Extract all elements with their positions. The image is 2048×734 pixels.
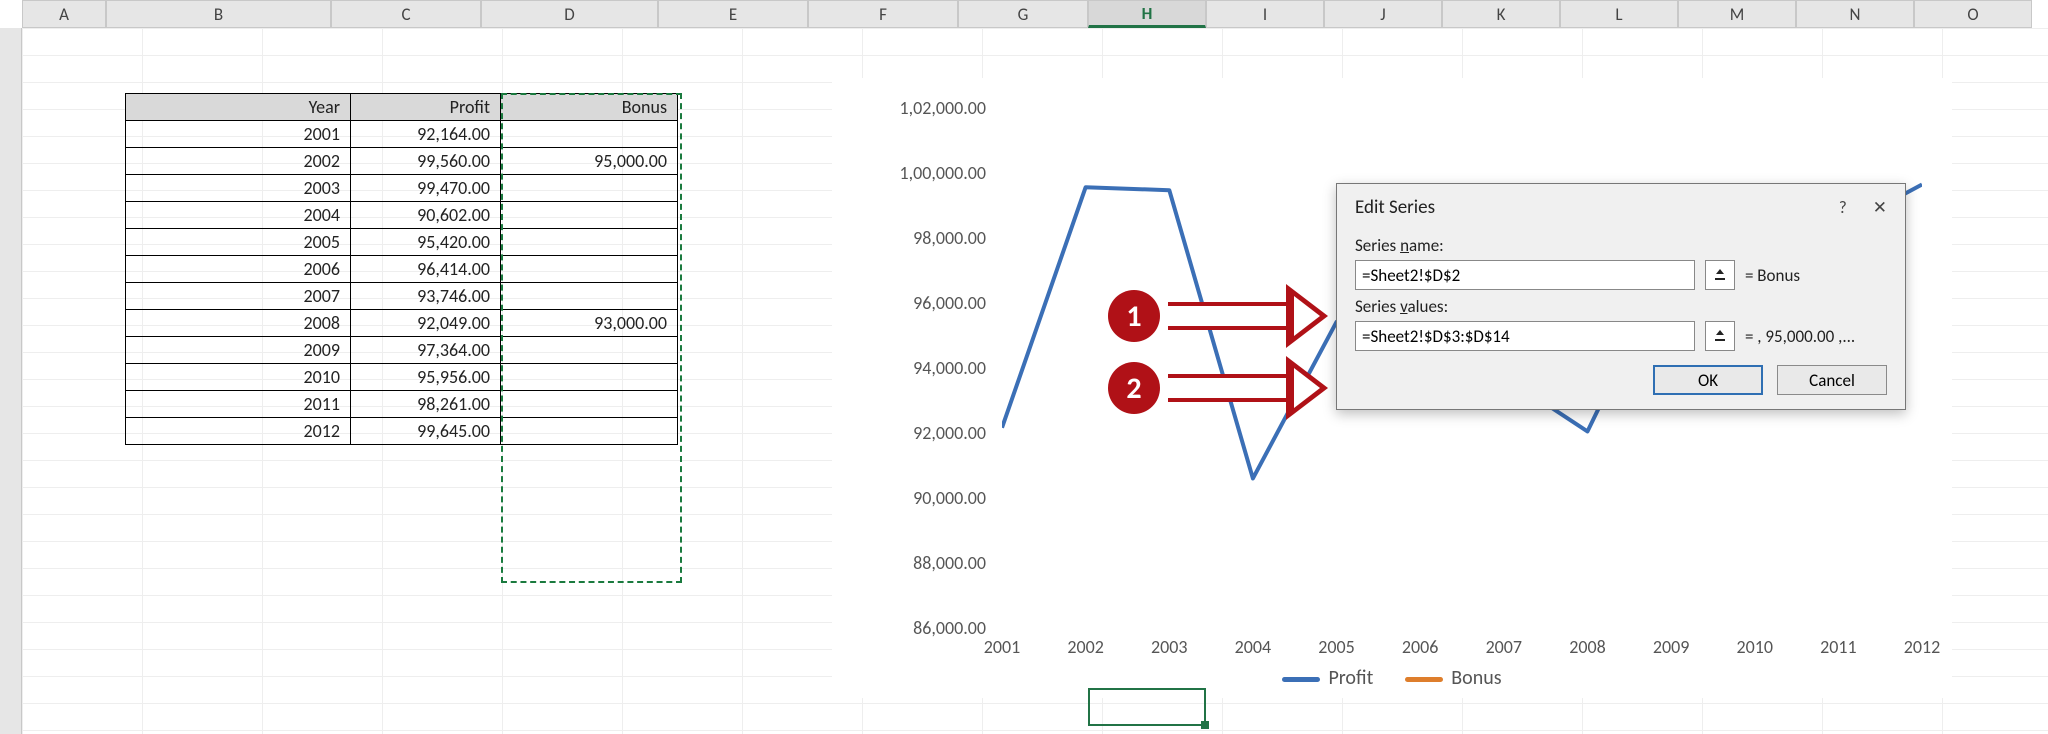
series-name-result: = Bonus <box>1745 265 1800 286</box>
x-tick: 2002 <box>1067 628 1104 658</box>
table-row[interactable]: 200892,049.0093,000.00 <box>126 310 678 337</box>
grid-area[interactable]: Year Profit Bonus 200192,164.00200299,56… <box>22 28 2048 734</box>
column-header-M[interactable]: M <box>1678 0 1796 28</box>
y-tick: 96,000.00 <box>913 292 1002 314</box>
y-tick: 94,000.00 <box>913 357 1002 379</box>
x-tick: 2003 <box>1151 628 1188 658</box>
dialog-titlebar: Edit Series ? ✕ <box>1337 184 1905 225</box>
table-row[interactable]: 200696,414.00 <box>126 256 678 283</box>
header-profit[interactable]: Profit <box>351 94 501 121</box>
table-row[interactable]: 200192,164.00 <box>126 121 678 148</box>
help-icon[interactable]: ? <box>1839 197 1847 218</box>
legend: Profit Bonus <box>832 666 1952 690</box>
x-tick: 2011 <box>1820 628 1857 658</box>
legend-swatch-profit <box>1282 677 1320 682</box>
column-header-A[interactable]: A <box>22 0 106 28</box>
worksheet: ABCDEFGHIJKLMNO Year Profit Bonus 200192… <box>0 0 2048 734</box>
header-year[interactable]: Year <box>126 94 351 121</box>
callout-badge-1: 1 <box>1108 290 1160 342</box>
table-row[interactable]: 201095,956.00 <box>126 364 678 391</box>
legend-label-bonus: Bonus <box>1451 666 1501 690</box>
x-tick: 2001 <box>984 628 1021 658</box>
column-header-H[interactable]: H <box>1088 0 1206 28</box>
x-tick: 2009 <box>1653 628 1690 658</box>
callout-badge-2: 2 <box>1108 362 1160 414</box>
legend-item-bonus: Bonus <box>1405 666 1501 690</box>
y-tick: 98,000.00 <box>913 227 1002 249</box>
close-icon[interactable]: ✕ <box>1873 197 1887 218</box>
table-row[interactable]: 200399,470.00 <box>126 175 678 202</box>
table-row[interactable]: 201299,645.00 <box>126 418 678 445</box>
table-row[interactable]: 200595,420.00 <box>126 229 678 256</box>
x-tick: 2007 <box>1486 628 1523 658</box>
x-tick: 2012 <box>1904 628 1941 658</box>
table-row[interactable]: 200793,746.00 <box>126 283 678 310</box>
callout-arrow-1 <box>1168 302 1328 330</box>
range-picker-name[interactable] <box>1705 260 1735 290</box>
table-row[interactable]: 200490,602.00 <box>126 202 678 229</box>
table-row[interactable]: 200997,364.00 <box>126 337 678 364</box>
edit-series-dialog: Edit Series ? ✕ Series name: = Bonus Ser… <box>1336 183 1906 410</box>
x-tick: 2005 <box>1318 628 1355 658</box>
x-tick: 2006 <box>1402 628 1439 658</box>
dialog-title: Edit Series <box>1355 196 1435 219</box>
table-row[interactable]: 201198,261.00 <box>126 391 678 418</box>
table-row[interactable]: 200299,560.0095,000.00 <box>126 148 678 175</box>
column-header-D[interactable]: D <box>481 0 658 28</box>
y-tick: 1,02,000.00 <box>899 97 1002 119</box>
x-tick: 2004 <box>1235 628 1272 658</box>
series-values-label: Series values: <box>1355 296 1887 317</box>
column-header-B[interactable]: B <box>106 0 331 28</box>
column-header-C[interactable]: C <box>331 0 481 28</box>
series-values-input[interactable] <box>1355 321 1695 351</box>
y-tick: 92,000.00 <box>913 422 1002 444</box>
y-tick: 90,000.00 <box>913 487 1002 509</box>
column-header-F[interactable]: F <box>808 0 958 28</box>
y-tick: 88,000.00 <box>913 552 1002 574</box>
ok-button[interactable]: OK <box>1653 365 1763 395</box>
series-values-result: = , 95,000.00 ,... <box>1745 326 1855 347</box>
callout-arrow-2 <box>1168 374 1328 402</box>
legend-item-profit: Profit <box>1282 666 1373 690</box>
header-bonus[interactable]: Bonus <box>501 94 678 121</box>
column-header-E[interactable]: E <box>658 0 808 28</box>
x-tick: 2010 <box>1736 628 1773 658</box>
row-header-gutter <box>0 28 22 734</box>
series-name-label: Series name: <box>1355 235 1887 256</box>
column-header-I[interactable]: I <box>1206 0 1324 28</box>
y-tick: 1,00,000.00 <box>899 162 1002 184</box>
legend-swatch-bonus <box>1405 677 1443 682</box>
data-table: Year Profit Bonus 200192,164.00200299,56… <box>125 93 678 445</box>
column-header-J[interactable]: J <box>1324 0 1442 28</box>
column-header-K[interactable]: K <box>1442 0 1560 28</box>
column-header-G[interactable]: G <box>958 0 1088 28</box>
column-header-L[interactable]: L <box>1560 0 1678 28</box>
column-header-O[interactable]: O <box>1914 0 2032 28</box>
legend-label-profit: Profit <box>1328 666 1373 690</box>
column-header-N[interactable]: N <box>1796 0 1914 28</box>
range-picker-values[interactable] <box>1705 321 1735 351</box>
cancel-button[interactable]: Cancel <box>1777 365 1887 395</box>
x-tick: 2008 <box>1569 628 1606 658</box>
series-name-input[interactable] <box>1355 260 1695 290</box>
